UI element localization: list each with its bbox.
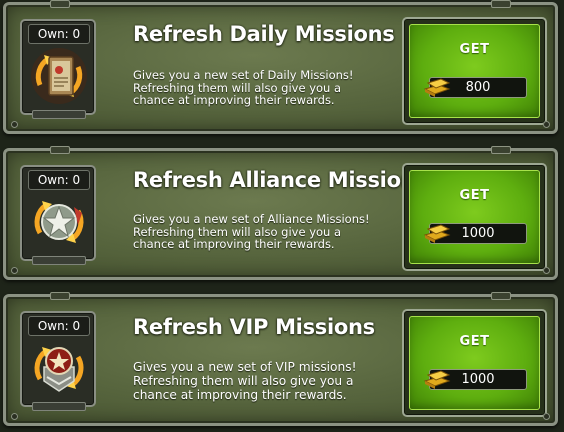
- panel-rivet: [11, 121, 18, 128]
- get-button[interactable]: GET 1000: [409, 316, 540, 410]
- get-button-label: GET: [459, 42, 490, 57]
- cost-display: 800: [423, 77, 527, 98]
- mission-title: Refresh VIP Missions: [133, 315, 375, 339]
- item-slot: Own: 0: [20, 165, 96, 265]
- panel-rivet: [11, 413, 18, 420]
- item-slot-base: [32, 110, 86, 119]
- mission-panel-alliance: Own: 0 Refresh Alliance Missions Gives y…: [3, 146, 558, 280]
- get-button[interactable]: GET 1000: [409, 170, 540, 264]
- own-count-label: Own: 0: [28, 24, 90, 44]
- cost-value: 800: [465, 80, 491, 95]
- gold-bars-icon: [423, 78, 451, 97]
- mission-panel-daily: Own: 0 Refresh Daily Missions Gives you …: [3, 0, 558, 134]
- panel-rivet: [11, 267, 18, 274]
- panel-rivet: [543, 267, 550, 274]
- panel-rivet: [543, 413, 550, 420]
- get-button-frame: GET 1000: [402, 163, 547, 271]
- mission-panel-vip: Own: 0 Refresh VIP Missions Gives you a …: [3, 292, 558, 426]
- item-slot-base: [32, 402, 86, 411]
- vip-missions-refresh-icon: [28, 337, 90, 399]
- item-slot: Own: 0: [20, 311, 96, 411]
- panel-rivet: [543, 121, 550, 128]
- get-button[interactable]: GET 800: [409, 24, 540, 118]
- daily-missions-refresh-icon: [28, 45, 90, 107]
- gold-bars-icon: [423, 224, 451, 243]
- mission-title: Refresh Daily Missions: [133, 22, 395, 46]
- mission-title: Refresh Alliance Missions: [133, 168, 428, 192]
- get-button-frame: GET 1000: [402, 309, 547, 417]
- item-slot: Own: 0: [20, 19, 96, 119]
- cost-value: 1000: [461, 372, 495, 387]
- mission-description: Gives you a new set of Alliance Missions…: [133, 212, 370, 252]
- alliance-missions-refresh-icon: [28, 191, 90, 253]
- cost-display: 1000: [423, 223, 527, 244]
- mission-description: Gives you a new set of Daily Missions! R…: [133, 68, 354, 108]
- get-button-label: GET: [459, 188, 490, 203]
- get-button-label: GET: [459, 334, 490, 349]
- cost-value: 1000: [461, 226, 495, 241]
- mission-description: Gives you a new set of VIP missions! Ref…: [133, 360, 357, 402]
- get-button-frame: GET 800: [402, 17, 547, 125]
- cost-display: 1000: [423, 369, 527, 390]
- gold-bars-icon: [423, 370, 451, 389]
- own-count-label: Own: 0: [28, 170, 90, 190]
- item-slot-base: [32, 256, 86, 265]
- own-count-label: Own: 0: [28, 316, 90, 336]
